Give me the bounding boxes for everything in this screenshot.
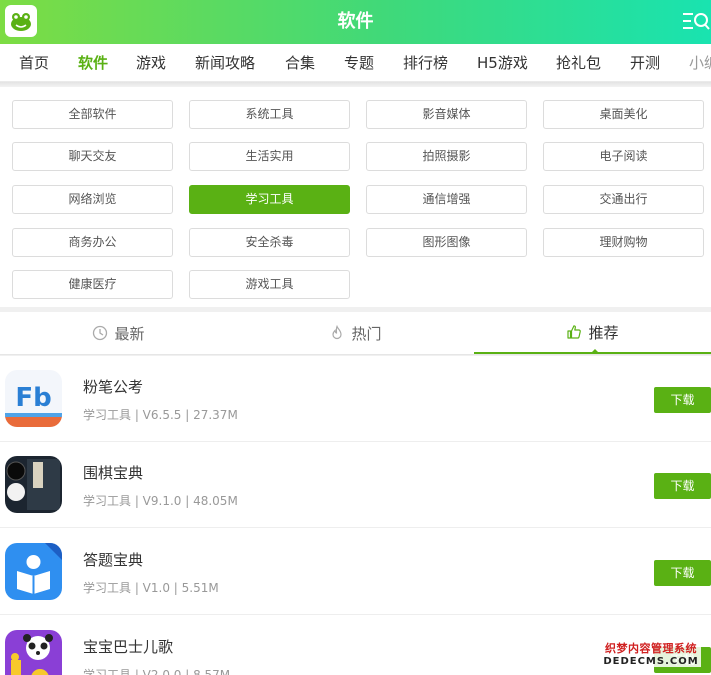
nav-item-topics[interactable]: 专题 [344,44,374,81]
nav-item-rankings[interactable]: 排行榜 [403,44,448,81]
category-browser[interactable]: 网络浏览 [12,185,173,214]
sort-tabs: 最新 热门 推荐 [0,312,711,355]
page-title: 软件 [337,11,374,32]
tab-recommended-label: 推荐 [588,323,619,342]
svg-text:Fb: Fb [15,383,51,413]
nav-item-editor[interactable]: 小编 [689,44,711,81]
tab-recommended[interactable]: 推荐 [474,312,711,354]
go-book-app-icon [5,456,62,513]
nav-item-software[interactable]: 软件 [78,44,108,81]
nav-item-news[interactable]: 新闻攻略 [195,44,255,81]
main-nav: 首页 软件 游戏 新闻攻略 合集 专题 排行榜 H5游戏 抢礼包 开测 小编 [0,44,711,82]
thumbs-up-icon [567,325,582,339]
app-meta: 学习工具 | V6.5.5 | 27.37M [83,408,238,422]
nav-item-h5-games[interactable]: H5游戏 [477,44,528,81]
app-meta: 学习工具 | V9.1.0 | 48.05M [83,494,238,508]
category-finance[interactable]: 理财购物 [543,228,704,257]
search-menu-icon [683,13,710,30]
category-learning[interactable]: 学习工具 [189,185,350,214]
list-item[interactable]: 围棋宝典 学习工具 | V9.1.0 | 48.05M 下载 [0,442,711,528]
category-all[interactable]: 全部软件 [12,100,173,129]
fenbi-app-icon: Fb [5,370,62,427]
nav-item-beta[interactable]: 开测 [630,44,660,81]
app-name: 围棋宝典 [83,464,144,482]
list-item[interactable]: Fb 粉笔公考 学习工具 | V6.5.5 | 27.37M 下载 [0,356,711,442]
active-tab-indicator [590,349,600,354]
app-name: 宝宝巴士儿歌 [83,638,174,656]
category-communication[interactable]: 通信增强 [366,185,527,214]
category-grid: 全部软件 系统工具 影音媒体 桌面美化 聊天交友 生活实用 拍照摄影 电子阅读 … [0,87,711,307]
nav-item-gifts[interactable]: 抢礼包 [556,44,601,81]
watermark-line-2: DEDECMS.COM [603,656,699,667]
babybus-app-icon [5,630,62,675]
flame-icon [332,325,343,340]
category-transport[interactable]: 交通出行 [543,185,704,214]
download-button[interactable]: 下载 [654,387,711,413]
category-photo[interactable]: 拍照摄影 [366,142,527,171]
category-security[interactable]: 安全杀毒 [189,228,350,257]
category-media[interactable]: 影音媒体 [366,100,527,129]
clock-icon [93,325,108,341]
app-header: 软件 [0,0,711,44]
tab-popular[interactable]: 热门 [237,312,474,354]
search-menu-button[interactable] [681,6,711,36]
category-game-tools[interactable]: 游戏工具 [189,270,350,299]
category-chat[interactable]: 聊天交友 [12,142,173,171]
category-graphics[interactable]: 图形图像 [366,228,527,257]
nav-item-collections[interactable]: 合集 [285,44,315,81]
app-list: Fb 粉笔公考 学习工具 | V6.5.5 | 27.37M 下载 围棋宝典 学… [0,356,711,675]
quiz-book-app-icon [5,543,62,600]
category-desktop[interactable]: 桌面美化 [543,100,704,129]
app-name: 答题宝典 [83,551,144,569]
category-ebook[interactable]: 电子阅读 [543,142,704,171]
category-system-tools[interactable]: 系统工具 [189,100,350,129]
tab-latest[interactable]: 最新 [0,312,237,354]
app-name: 粉笔公考 [83,378,144,396]
nav-item-games[interactable]: 游戏 [136,44,166,81]
tab-latest-label: 最新 [114,324,145,343]
download-button[interactable]: 下载 [654,473,711,499]
category-health[interactable]: 健康医疗 [12,270,173,299]
download-button[interactable]: 下载 [654,560,711,586]
watermark: 织梦内容管理系统 DEDECMS.COM [601,640,701,667]
list-item[interactable]: 答题宝典 学习工具 | V1.0 | 5.51M 下载 [0,529,711,615]
tab-popular-label: 热门 [351,324,382,343]
category-business[interactable]: 商务办公 [12,228,173,257]
nav-item-home[interactable]: 首页 [19,44,49,81]
app-meta: 学习工具 | V1.0 | 5.51M [83,581,219,595]
category-lifestyle[interactable]: 生活实用 [189,142,350,171]
watermark-line-1: 织梦内容管理系统 [605,642,697,655]
app-meta: 学习工具 | V2.0.0 | 8.57M [83,668,231,675]
